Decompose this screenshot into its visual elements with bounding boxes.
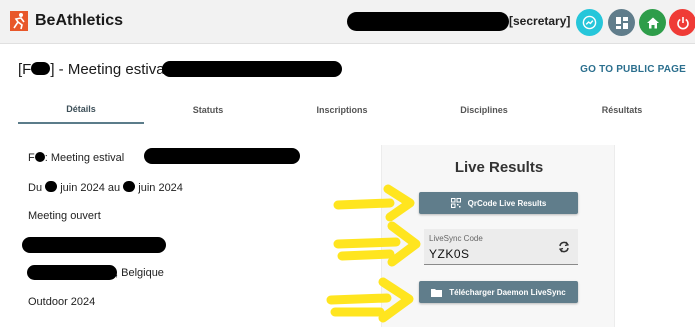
redacted-meeting-name [144, 148, 300, 164]
meeting-status: Meeting ouvert [28, 210, 101, 222]
dashboard-button[interactable] [608, 9, 635, 36]
annotation-arrow-2 [333, 221, 421, 267]
meeting-dates: Du juin 2024 au juin 2024 [28, 181, 183, 194]
user-role: [secretary] [509, 14, 571, 28]
title-text: ] - Meeting estival [50, 61, 168, 78]
tab-bar: Détails Statuts Inscriptions Disciplines… [0, 96, 695, 124]
annotation-arrow-3 [326, 277, 414, 323]
app-bar: BeAthletics [secretary] [0, 0, 695, 44]
meeting-name: F: Meeting estival [28, 152, 125, 164]
tab-details[interactable]: Détails [18, 96, 144, 124]
redacted-username [347, 12, 509, 31]
chart-icon [582, 15, 597, 30]
tab-disciplines[interactable]: Disciplines [422, 96, 546, 124]
download-button-label: Télécharger Daemon LiveSync [449, 287, 566, 297]
go-to-public-page-link[interactable]: GO TO PUBLIC PAGE [580, 64, 686, 75]
page-title: [F ] - Meeting estival [18, 61, 168, 78]
logo-icon [10, 11, 28, 31]
redacted-end-day [123, 181, 136, 192]
meeting-season: Outdoor 2024 [28, 296, 96, 308]
qrcode-button-label: QrCode Live Results [467, 198, 547, 208]
power-icon [676, 16, 689, 29]
tab-statuts[interactable]: Statuts [146, 96, 270, 124]
logout-button[interactable] [669, 9, 695, 36]
title-prefix: [F [18, 61, 32, 78]
livesync-code-label: LiveSync Code [429, 234, 483, 243]
dashboard-icon [615, 16, 628, 29]
folder-icon [431, 288, 443, 297]
stats-button[interactable] [576, 9, 603, 36]
download-livesync-daemon-button[interactable]: Télécharger Daemon LiveSync [419, 281, 578, 303]
redacted-code [31, 62, 51, 75]
redacted-code-small [34, 152, 45, 162]
home-button[interactable] [639, 9, 666, 36]
qrcode-icon [450, 198, 461, 208]
tab-inscriptions[interactable]: Inscriptions [280, 96, 404, 124]
livesync-code-field[interactable]: LiveSync Code YZK0S [424, 229, 578, 265]
app-brand[interactable]: BeAthletics [35, 12, 123, 30]
redacted-venue [22, 237, 166, 253]
meeting-country: , Belgique [115, 267, 164, 279]
sync-icon[interactable] [558, 240, 570, 254]
livesync-code-value: YZK0S [429, 247, 470, 261]
home-icon [646, 17, 659, 28]
redacted-city [27, 265, 117, 280]
tab-resultats[interactable]: Résultats [560, 96, 684, 124]
live-results-title: Live Results [454, 159, 544, 176]
qrcode-live-results-button[interactable]: QrCode Live Results [419, 192, 578, 214]
redacted-start-day [45, 181, 58, 192]
redacted-title [162, 61, 342, 77]
